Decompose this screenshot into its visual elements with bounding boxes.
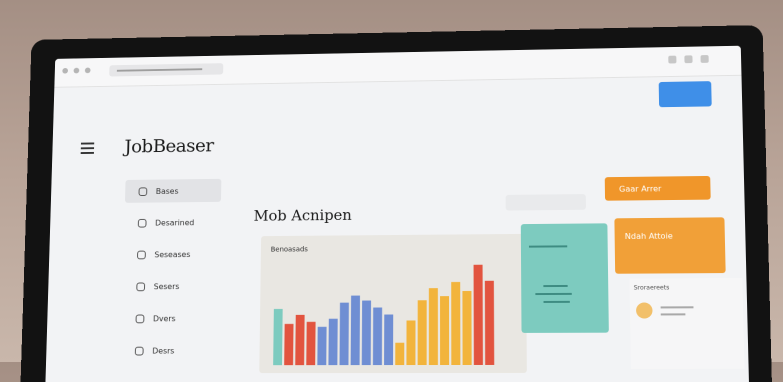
sidebar-item-label: Seseases xyxy=(154,249,191,259)
chart-bar xyxy=(384,314,394,366)
sidebar-item-label: Desarined xyxy=(155,217,195,227)
action-button[interactable]: Gaar Arrer xyxy=(604,175,711,201)
chart-bar xyxy=(372,307,383,366)
text-line xyxy=(535,292,572,296)
text-line xyxy=(543,300,570,303)
nav-icon xyxy=(136,281,146,291)
stat-card-label: Ndah Attoie xyxy=(624,231,673,241)
chart-bar xyxy=(484,280,495,365)
stat-card[interactable]: Ndah Attoie xyxy=(614,217,726,274)
chart-bar xyxy=(451,281,461,366)
sidebar: Bases Desarined Seseases Sesers Dvers De… xyxy=(121,178,222,371)
nav-icon xyxy=(135,314,145,323)
chart-bar xyxy=(284,323,294,366)
forward-icon[interactable] xyxy=(73,67,80,74)
bar-chart: Benoasads xyxy=(271,245,495,366)
sidebar-item[interactable]: Dvers xyxy=(122,306,219,330)
text-line xyxy=(528,245,568,248)
laptop-bezel: JobBeaser Bases Desarined Seseases Seser… xyxy=(20,25,772,382)
sidebar-item[interactable]: Bases xyxy=(124,178,222,203)
chart-bar xyxy=(473,264,483,365)
chart-bar xyxy=(462,290,472,365)
sidebar-item[interactable]: Desrs xyxy=(121,339,219,363)
url-text xyxy=(116,68,203,72)
sidebar-item-label: Desrs xyxy=(152,346,175,356)
chart-bar xyxy=(428,288,438,366)
primary-button[interactable] xyxy=(658,81,712,108)
hamburger-menu-icon[interactable] xyxy=(80,142,95,155)
extension-icon[interactable] xyxy=(668,55,677,64)
text-line xyxy=(660,313,686,316)
address-bar[interactable] xyxy=(109,63,224,77)
chart-bar xyxy=(361,300,372,366)
side-panel: Sroraereets xyxy=(629,277,745,369)
app-title: JobBeaser xyxy=(124,135,214,158)
chart-bar xyxy=(350,295,360,366)
summary-card[interactable] xyxy=(520,223,609,333)
nav-icon xyxy=(137,250,146,259)
filter-dropdown[interactable] xyxy=(505,194,586,211)
reload-icon[interactable] xyxy=(84,67,91,74)
sidebar-item[interactable]: Sesers xyxy=(123,274,220,298)
nav-icon xyxy=(134,346,144,356)
back-icon[interactable] xyxy=(62,67,69,74)
sidebar-item[interactable]: Seseases xyxy=(123,242,220,266)
sidebar-item-label: Dvers xyxy=(152,313,176,323)
bar-chart-card: Benoasads xyxy=(259,233,527,374)
extension-icon[interactable] xyxy=(700,55,709,63)
chart-bar xyxy=(406,320,416,366)
chart-bar xyxy=(339,302,349,366)
panel-heading: Sroraereets xyxy=(633,284,670,292)
chart-bar xyxy=(295,314,305,366)
chart-bar xyxy=(317,326,327,366)
extension-icon[interactable] xyxy=(684,55,693,64)
sidebar-item-label: Sesers xyxy=(153,281,180,291)
chart-bar xyxy=(328,318,338,366)
nav-icon xyxy=(138,186,148,196)
chart-bar xyxy=(273,308,283,366)
page-title: Mob Acnipen xyxy=(253,206,352,225)
chart-bar xyxy=(306,321,316,366)
coin-icon xyxy=(635,302,653,319)
chart-bar xyxy=(440,296,450,366)
window-controls xyxy=(62,67,91,74)
text-line xyxy=(543,284,568,288)
screen: JobBeaser Bases Desarined Seseases Seser… xyxy=(45,45,749,382)
sidebar-item[interactable]: Desarined xyxy=(124,210,221,234)
chart-bar xyxy=(417,300,427,366)
chart-title: Benoasads xyxy=(271,245,309,253)
browser-toolbar xyxy=(54,45,742,88)
nav-icon xyxy=(137,218,147,228)
sidebar-item-label: Bases xyxy=(155,186,179,196)
text-line xyxy=(660,306,694,309)
